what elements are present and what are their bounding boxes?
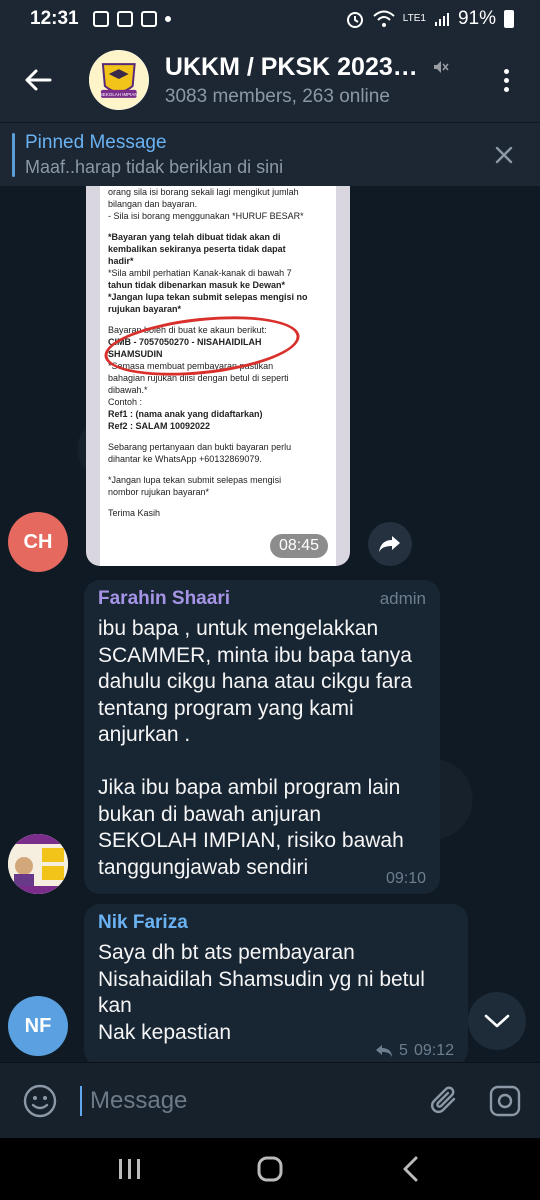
photo-text-line: Contoh : bbox=[108, 397, 143, 407]
photo-text-line: dihantar ke WhatsApp +60132869079. bbox=[108, 454, 262, 464]
notification-icons bbox=[92, 11, 171, 27]
chevron-left-icon bbox=[403, 1156, 418, 1182]
emoji-button[interactable] bbox=[0, 1063, 80, 1139]
camera-button[interactable] bbox=[470, 1066, 540, 1136]
wifi-icon bbox=[373, 10, 395, 27]
sender-name[interactable]: Nik Fariza bbox=[98, 912, 188, 934]
recent-apps-icon bbox=[119, 1159, 140, 1179]
message-text: ibu bapa , untuk mengelakkan SCAMMER, mi… bbox=[98, 617, 413, 879]
share-arrow-icon bbox=[379, 536, 400, 552]
back-button[interactable] bbox=[0, 38, 75, 122]
more-options-button[interactable] bbox=[482, 50, 530, 110]
paperclip-icon bbox=[431, 1086, 456, 1113]
battery-percent: 91% bbox=[457, 8, 496, 29]
photo-text-line: kembalikan sekiranya peserta tidak dapat bbox=[108, 244, 286, 254]
photo-text-line: bilangan dan bayaran. bbox=[108, 199, 198, 209]
reply-count[interactable]: 5 bbox=[399, 1042, 408, 1060]
pinned-text: Maaf..harap tidak beriklan di sini bbox=[25, 156, 284, 177]
avatar[interactable] bbox=[8, 834, 68, 894]
photo-text-line bbox=[108, 498, 328, 507]
photo-text-line bbox=[108, 432, 328, 441]
avatar[interactable]: NF bbox=[8, 996, 68, 1056]
smiley-icon bbox=[23, 1084, 57, 1117]
photo-text-line: - Sila isi borang menggunakan *HURUF BES… bbox=[108, 211, 304, 221]
reply-icon bbox=[376, 1045, 393, 1057]
pinned-indicator bbox=[12, 132, 15, 177]
close-pinned-button[interactable] bbox=[488, 139, 520, 171]
message-bubble[interactable]: Farahin Shaari admin ibu bapa , untuk me… bbox=[84, 580, 440, 894]
message-time: 09:10 bbox=[385, 870, 426, 887]
camera-icon bbox=[489, 1085, 521, 1116]
photo-text-line: hadir* bbox=[108, 256, 134, 266]
photo-time: 08:45 bbox=[269, 534, 328, 558]
muted-icon bbox=[433, 61, 449, 73]
system-back-button[interactable] bbox=[380, 1144, 440, 1194]
chat-area[interactable]: orang sila isi borang sekali lagi mengik… bbox=[0, 186, 540, 1062]
group-avatar-text: SEKOLAH IMPIAN bbox=[100, 92, 138, 97]
chat-header: SEKOLAH IMPIAN UKKM / PKSK 2023 -… 3083 … bbox=[0, 38, 540, 122]
photo-text-line bbox=[108, 222, 328, 231]
group-avatar[interactable]: SEKOLAH IMPIAN bbox=[89, 50, 149, 110]
photo-text-line: Sebarang pertanyaan dan bukti bayaran pe… bbox=[108, 442, 292, 452]
photo-text-line: *Jangan lupa tekan submit selepas mengis… bbox=[108, 292, 308, 302]
arrow-left-icon bbox=[25, 69, 52, 91]
message-bubble[interactable]: Nik Fariza Saya dh bt ats pembayaran Nis… bbox=[84, 904, 468, 1062]
chevron-down-icon bbox=[484, 1014, 510, 1028]
message-input[interactable] bbox=[80, 1085, 410, 1116]
photo-text-line bbox=[108, 465, 328, 474]
photo-text-line: nombor rujukan bayaran* bbox=[108, 487, 210, 497]
dot-icon bbox=[503, 77, 509, 83]
status-bar: 12:31 LTE1 91% bbox=[0, 0, 540, 38]
photo-text-line: Ref2 : SALAM 10092022 bbox=[108, 421, 211, 431]
more-notifications-icon bbox=[164, 16, 171, 22]
home-icon bbox=[257, 1156, 283, 1182]
message-input-bar bbox=[0, 1062, 540, 1138]
system-nav-bar bbox=[0, 1138, 540, 1200]
dot-icon bbox=[503, 86, 509, 92]
photo-text-line: dibawah.* bbox=[108, 385, 148, 395]
photo-text-line: Ref1 : (nama anak yang didaftarkan) bbox=[108, 409, 263, 419]
group-title: UKKM / PKSK 2023 -… bbox=[164, 52, 423, 81]
sender-name[interactable]: Farahin Shaari bbox=[98, 588, 230, 610]
profile-picture-icon bbox=[8, 834, 68, 894]
recent-apps-button[interactable] bbox=[100, 1144, 160, 1194]
header-info[interactable]: UKKM / PKSK 2023 -… 3083 members, 263 on… bbox=[165, 53, 482, 108]
status-time: 12:31 bbox=[30, 8, 79, 29]
school-logo-icon: SEKOLAH IMPIAN bbox=[89, 50, 149, 110]
battery-icon bbox=[504, 10, 514, 28]
share-button[interactable] bbox=[368, 522, 412, 566]
message-time: 09:12 bbox=[413, 1042, 454, 1059]
home-button[interactable] bbox=[240, 1144, 300, 1194]
scroll-to-bottom-button[interactable] bbox=[468, 992, 526, 1050]
instagram-notification-icon bbox=[92, 11, 109, 27]
photo-text-line: *Bayaran yang telah dibuat tidak akan di bbox=[108, 232, 281, 242]
photo-text-line: *Sila ambil perhatian Kanak-kanak di baw… bbox=[108, 268, 292, 278]
group-members-count: 3083 members, 263 online bbox=[164, 85, 390, 107]
pinned-title: Pinned Message bbox=[25, 131, 167, 153]
network-type: LTE1 bbox=[402, 13, 426, 24]
dot-icon bbox=[503, 68, 509, 74]
photo-text-line: rujukan bayaran* bbox=[108, 304, 182, 314]
photo-text-line: Terima Kasih bbox=[108, 508, 161, 518]
media-notification-icon bbox=[140, 11, 157, 27]
signal-icon bbox=[434, 13, 449, 26]
app-notification-icon bbox=[116, 11, 133, 27]
photo-text-line: orang sila isi borang sekali lagi mengik… bbox=[108, 187, 299, 197]
close-icon bbox=[495, 146, 513, 163]
avatar[interactable]: CH bbox=[8, 512, 68, 572]
alarm-icon bbox=[346, 12, 363, 28]
photo-text-line: tahun tidak dibenarkan masuk ke Dewan* bbox=[108, 280, 286, 290]
pinned-message-bar[interactable]: Pinned Message Maaf..harap tidak berikla… bbox=[0, 122, 540, 186]
attach-button[interactable] bbox=[420, 1076, 470, 1126]
message-text: Saya dh bt ats pembayaran Nisahaidilah S… bbox=[98, 941, 425, 1044]
photo-text-line: *Jangan lupa tekan submit selepas mengis… bbox=[108, 475, 282, 485]
photo-message[interactable]: orang sila isi borang sekali lagi mengik… bbox=[86, 186, 350, 566]
admin-badge: admin bbox=[379, 589, 426, 608]
